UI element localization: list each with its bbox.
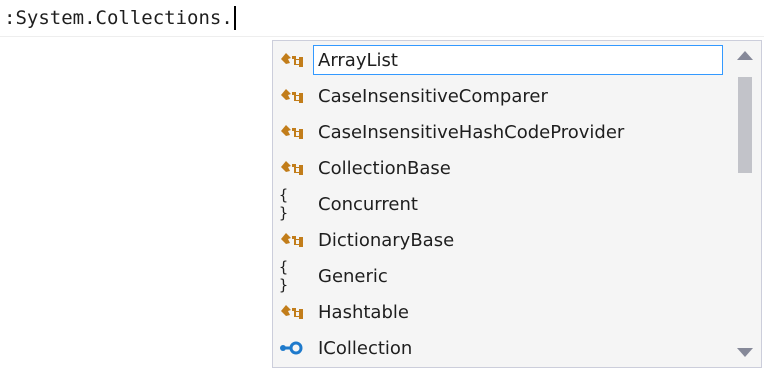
class-icon	[279, 50, 305, 70]
completion-item-highlight: Concurrent	[313, 189, 723, 219]
completion-item-label: CollectionBase	[318, 158, 451, 179]
scrollbar-thumb[interactable]	[738, 77, 752, 173]
completion-item-highlight: DictionaryBase	[313, 225, 723, 255]
class-icon	[279, 86, 305, 106]
completion-item[interactable]: Hashtable	[273, 295, 729, 329]
completion-item[interactable]: CaseInsensitiveHashCodeProvider	[273, 115, 729, 149]
code-text-content: :System.Collections.	[4, 7, 233, 29]
completion-item-highlight: CaseInsensitiveHashCodeProvider	[313, 117, 723, 147]
root: :System.Collections. ArrayList CaseInsen…	[0, 0, 764, 370]
class-icon	[279, 230, 305, 250]
completion-item[interactable]: { } Concurrent	[273, 186, 729, 222]
code-text: :System.Collections.	[4, 6, 236, 30]
completion-list: ArrayList CaseInsensitiveComparer CaseIn…	[273, 41, 729, 367]
completion-item-label: CaseInsensitiveHashCodeProvider	[318, 122, 625, 143]
completion-item-highlight: ICollection	[313, 333, 723, 363]
completion-item-label: ICollection	[318, 338, 413, 359]
interface-icon	[279, 338, 305, 358]
completion-item-highlight: CollectionBase	[313, 153, 723, 183]
text-caret	[233, 6, 236, 30]
completion-item-label: Hashtable	[318, 302, 409, 323]
completion-item-highlight: ArrayList	[313, 45, 723, 75]
completion-item-highlight: CaseInsensitiveComparer	[313, 81, 723, 111]
completion-item[interactable]: { } Generic	[273, 258, 729, 294]
scroll-down-arrow-icon[interactable]	[737, 348, 753, 357]
completion-item[interactable]: ICollection	[273, 331, 729, 365]
scroll-up-arrow-icon[interactable]	[737, 51, 753, 60]
namespace-icon: { }	[279, 258, 290, 294]
code-editor-line[interactable]: :System.Collections.	[0, 0, 764, 37]
namespace-icon: { }	[279, 186, 290, 222]
completion-item[interactable]: DictionaryBase	[273, 223, 729, 257]
completion-item-label: Generic	[318, 266, 388, 287]
completion-item[interactable]: ArrayList	[273, 43, 729, 77]
completion-item-label: Concurrent	[318, 194, 418, 215]
class-icon	[279, 122, 305, 142]
completion-item[interactable]: CaseInsensitiveComparer	[273, 79, 729, 113]
completion-item-highlight: Hashtable	[313, 297, 723, 327]
class-icon	[279, 158, 305, 178]
completion-item-highlight: Generic	[313, 261, 723, 291]
completion-item-label: DictionaryBase	[318, 230, 455, 251]
completion-item-label: CaseInsensitiveComparer	[318, 86, 548, 107]
class-icon	[279, 302, 305, 322]
completion-item[interactable]: CollectionBase	[273, 151, 729, 185]
completion-item-label: ArrayList	[318, 50, 398, 71]
vertical-scrollbar[interactable]	[729, 41, 761, 367]
completion-popup: ArrayList CaseInsensitiveComparer CaseIn…	[272, 40, 762, 368]
